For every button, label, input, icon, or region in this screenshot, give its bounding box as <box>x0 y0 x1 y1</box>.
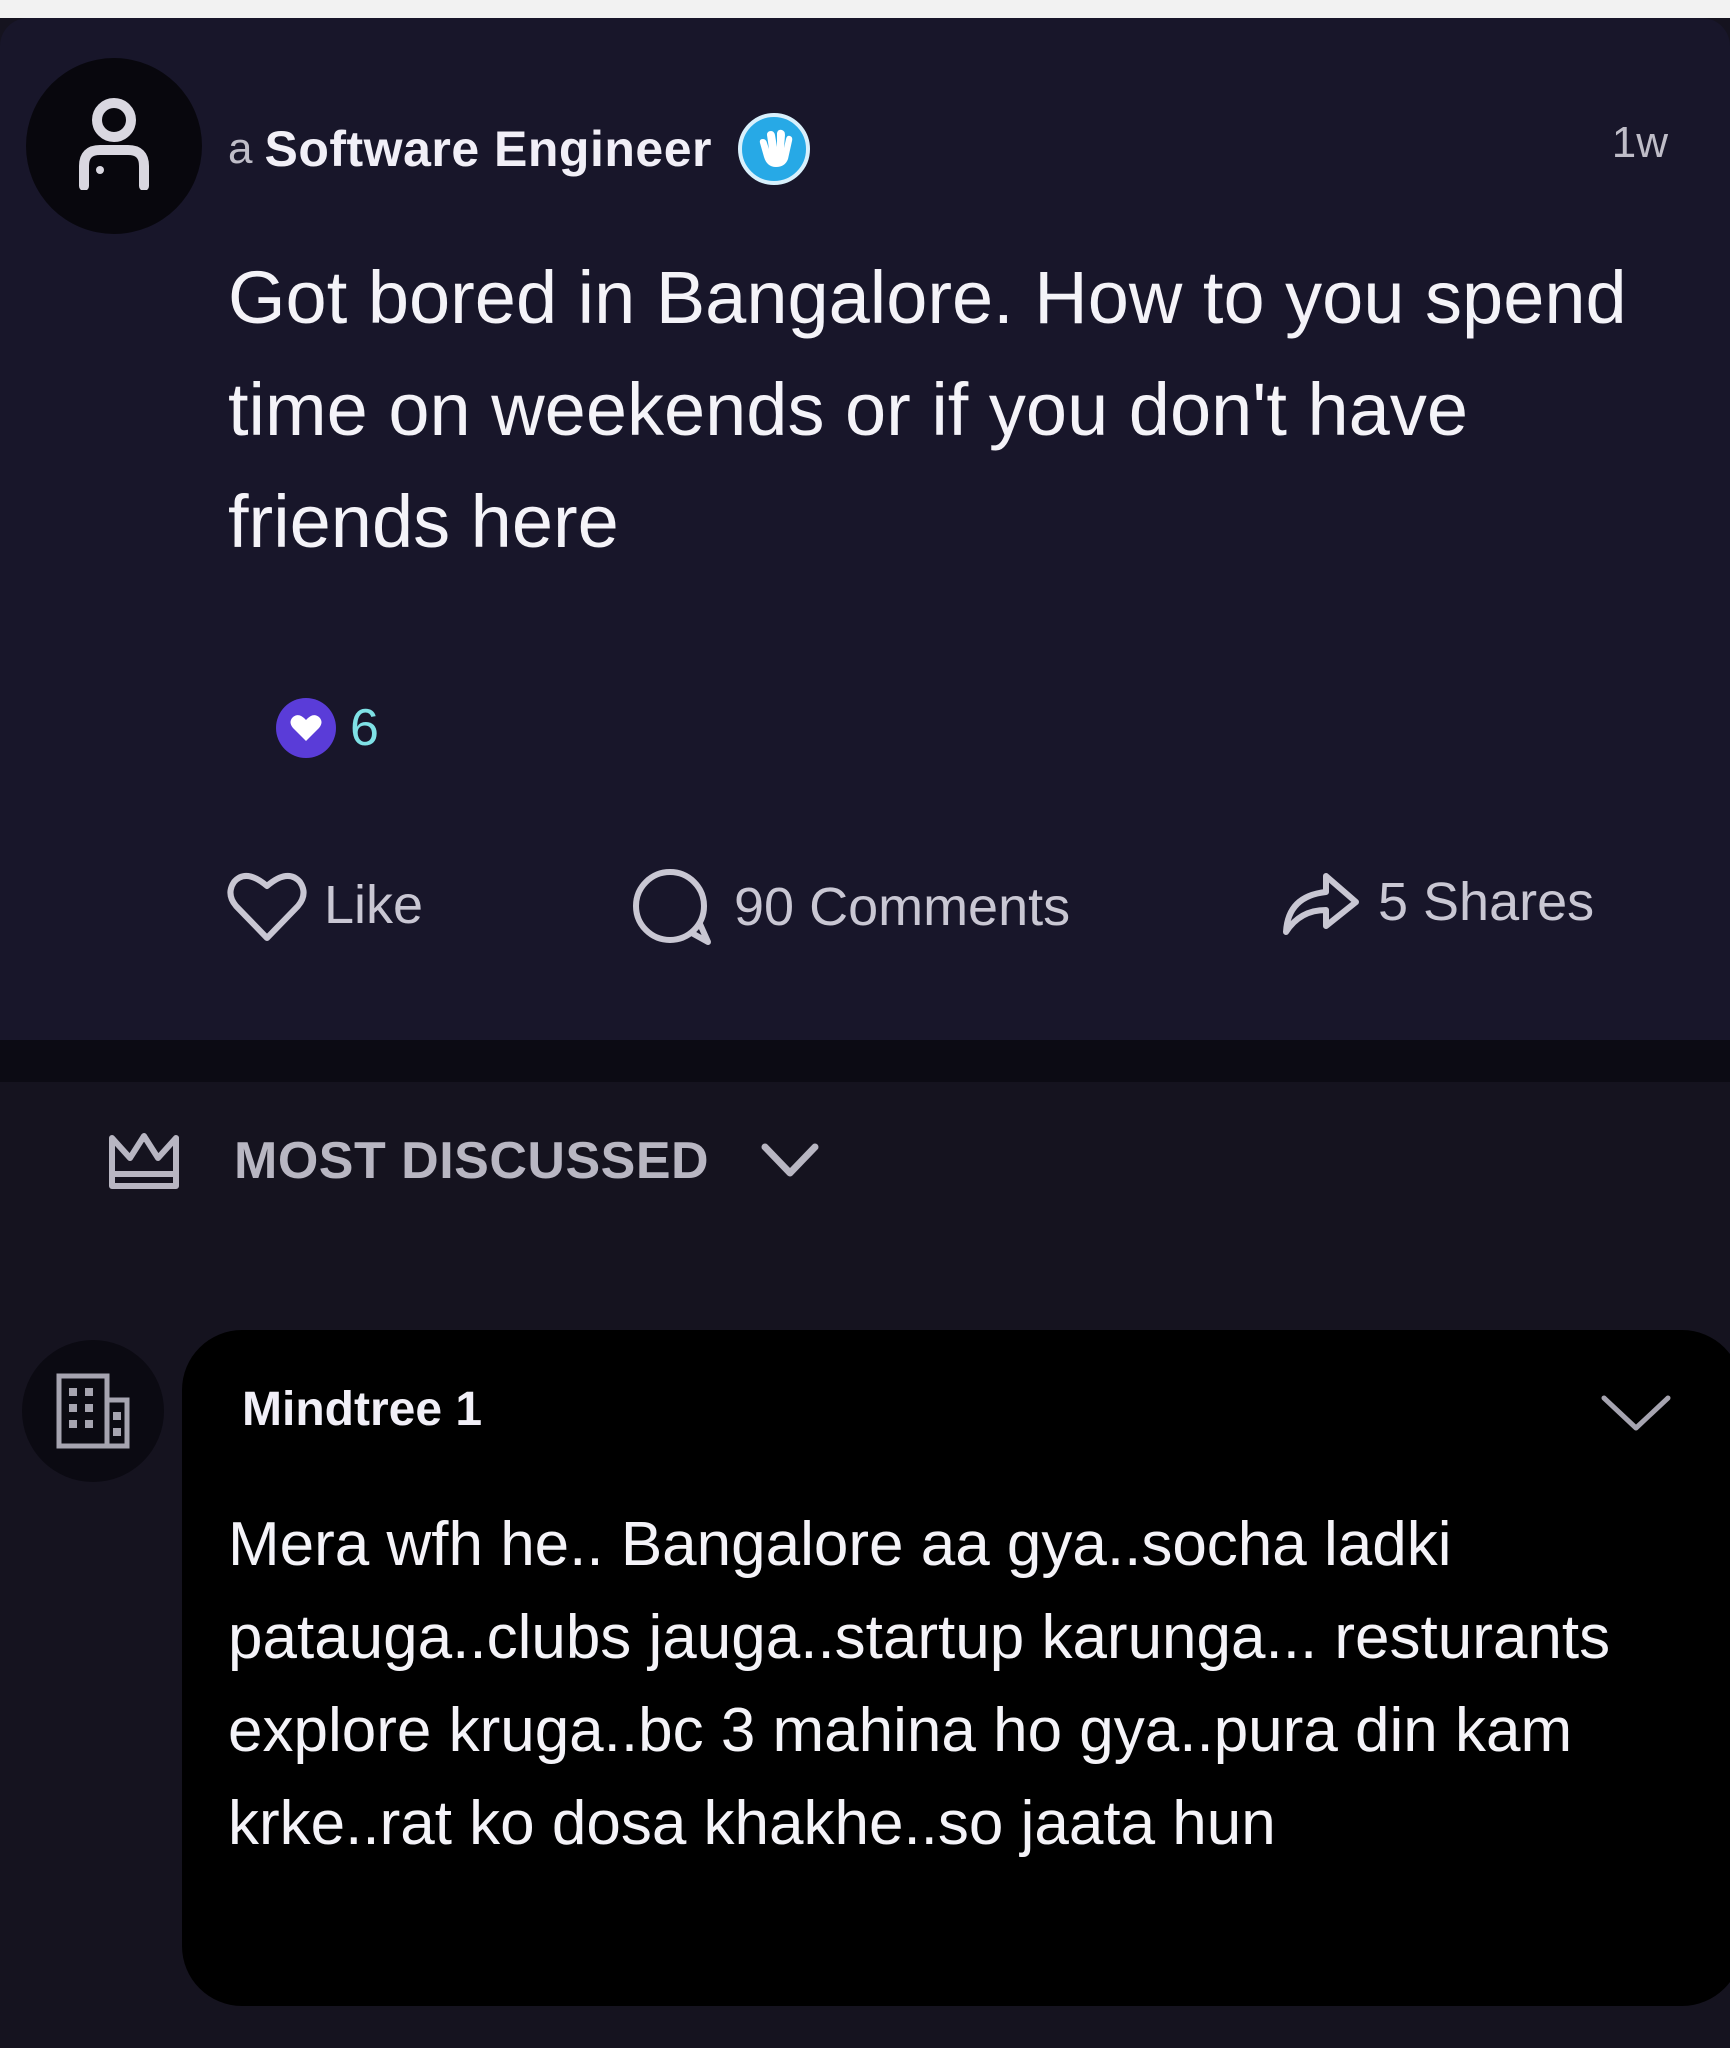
heart-icon <box>276 698 336 758</box>
chevron-down-icon <box>761 1143 819 1177</box>
heart-outline-icon <box>227 873 307 941</box>
top-strip <box>0 0 1730 18</box>
comments-button[interactable]: 90 Comments <box>628 866 1070 948</box>
comment-options-button[interactable] <box>1600 1392 1672 1439</box>
post-body: Got bored in Bangalore. How to you spend… <box>228 256 1627 563</box>
shares-label: 5 Shares <box>1378 872 1595 932</box>
reaction-count: 6 <box>350 699 379 757</box>
chevron-down-icon <box>1601 1395 1671 1431</box>
comment-body: Mera wfh he.. Bangalore aa gya..socha la… <box>228 1510 1611 1858</box>
like-button[interactable]: Like <box>226 866 423 944</box>
post-timestamp: 1w <box>1611 118 1668 167</box>
app-screen: a Software Engineer 1w Got bored in Bang… <box>0 0 1730 2048</box>
comment-author[interactable]: Mindtree 1 <box>242 1382 482 1437</box>
sort-dropdown[interactable]: MOST DISCUSSED <box>108 1130 821 1192</box>
post-action-bar: Like 90 Comments 5 Shares <box>0 866 1730 966</box>
comment-bubble-icon <box>633 869 711 945</box>
author-line: a Software Engineer <box>228 113 810 185</box>
share-button[interactable]: 5 Shares <box>1280 866 1594 938</box>
comment-card: Mindtree 1 Mera wfh he.. Bangalore aa gy… <box>182 1330 1730 2006</box>
sort-label: MOST DISCUSSED <box>234 1132 710 1190</box>
share-arrow-icon <box>1283 873 1359 935</box>
reaction-summary[interactable]: 6 <box>276 698 379 758</box>
user-icon <box>79 98 149 190</box>
crown-icon <box>109 1133 179 1189</box>
author-avatar[interactable] <box>26 58 202 234</box>
like-label: Like <box>324 875 424 935</box>
commenter-avatar[interactable] <box>22 1340 164 1482</box>
building-icon <box>56 1373 130 1449</box>
author-prefix: a <box>228 124 253 173</box>
author-name[interactable]: Software Engineer <box>264 120 712 178</box>
comments-label: 90 Comments <box>734 877 1071 937</box>
section-divider <box>0 1040 1730 1082</box>
wave-hand-badge-icon <box>737 113 810 185</box>
